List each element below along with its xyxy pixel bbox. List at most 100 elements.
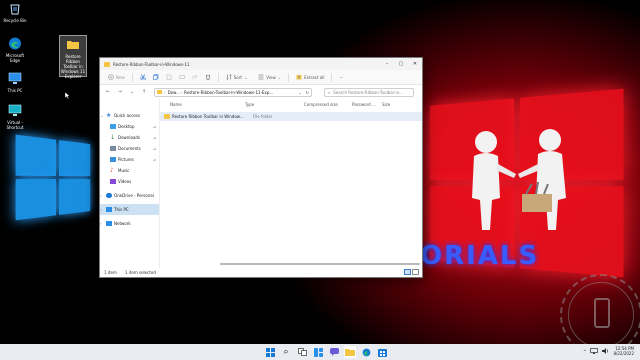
horizontal-scrollbar[interactable] xyxy=(220,263,420,265)
tiles-view-button[interactable] xyxy=(412,269,419,275)
column-header-password[interactable]: Password ... xyxy=(352,102,382,107)
file-list[interactable]: Name Type Compressed size Password ... S… xyxy=(160,99,422,268)
document-icon xyxy=(110,146,116,151)
window-title: Restore-Ribbon-Toolbar-in-Windows-11 xyxy=(113,61,190,67)
trash-icon xyxy=(205,75,210,80)
column-header-size[interactable]: Size xyxy=(382,102,390,107)
network-icon[interactable] xyxy=(590,348,599,354)
forward-arrow-icon[interactable]: → xyxy=(116,88,124,96)
divider xyxy=(131,72,133,82)
up-arrow-icon[interactable]: ↑ xyxy=(140,88,148,96)
picture-icon xyxy=(110,157,116,162)
new-button[interactable]: New xyxy=(106,73,127,81)
virtual-machine-icon xyxy=(8,104,22,116)
nav-label: This PC xyxy=(114,207,129,212)
store-taskbar-button[interactable] xyxy=(376,346,388,358)
extract-all-label: Extract all xyxy=(304,74,325,80)
chevron-down-icon[interactable]: ⌄ xyxy=(298,90,301,95)
list-item-type: File folder xyxy=(253,114,273,119)
taskbar-search-button[interactable]: ⌕ xyxy=(280,346,292,358)
breadcrumb: Dow... › Restore-Ribbon-Toolbar-in-Windo… xyxy=(168,90,297,95)
view-button[interactable]: View ⌄ xyxy=(256,73,283,81)
chevron-right-icon[interactable]: › xyxy=(100,193,104,198)
delete-button[interactable] xyxy=(203,73,213,81)
window-titlebar[interactable]: Restore-Ribbon-Toolbar-in-Windows-11 – ▢… xyxy=(100,58,422,70)
list-item-name: Restore Ribbon Toolbar in Window... xyxy=(172,114,244,119)
nav-item-this-pc[interactable]: › This PC xyxy=(100,204,159,215)
desktop-icon-this-pc[interactable]: This PC xyxy=(1,72,29,93)
windows-logo-blue xyxy=(15,134,91,222)
volume-icon[interactable] xyxy=(602,348,609,354)
breadcrumb-downloads[interactable]: Dow... xyxy=(168,90,180,95)
extract-all-button[interactable]: Extract all xyxy=(294,73,326,81)
chevron-down-icon[interactable]: ⌄ xyxy=(100,113,104,118)
search-input[interactable]: ⌕ Search Restore-Ribbon-Toolbar-in... xyxy=(324,87,414,97)
file-explorer-taskbar-button[interactable] xyxy=(344,346,356,358)
monitor-icon xyxy=(8,72,22,84)
maximize-button[interactable]: ▢ xyxy=(394,58,408,70)
desktop-icon-restore-ribbon-folder[interactable]: Restore Ribbon Toolbar in Windows 11 Exp… xyxy=(59,35,87,79)
cut-button[interactable] xyxy=(138,73,148,81)
edge-taskbar-button[interactable] xyxy=(360,346,372,358)
list-item[interactable]: Restore Ribbon Toolbar in Window... File… xyxy=(160,112,422,121)
nav-item-downloads[interactable]: ↓ Downloads ⊿ xyxy=(100,132,159,143)
close-button[interactable]: ✕ xyxy=(408,58,422,70)
nav-item-network[interactable]: › Network xyxy=(100,218,159,229)
edge-icon xyxy=(362,348,370,356)
chevron-down-icon[interactable]: ⌄ xyxy=(128,88,136,96)
sort-button[interactable]: Sort ⌄ xyxy=(224,73,250,81)
chevron-right-icon[interactable]: › xyxy=(100,221,104,226)
file-explorer-window[interactable]: Restore-Ribbon-Toolbar-in-Windows-11 – ▢… xyxy=(99,57,423,278)
cloud-icon xyxy=(106,193,112,198)
video-icon xyxy=(110,179,116,184)
column-header-type[interactable]: Type xyxy=(241,102,302,107)
search-placeholder: Search Restore-Ribbon-Toolbar-in... xyxy=(333,89,403,95)
share-button[interactable] xyxy=(190,73,200,81)
wallpaper-tutorials-text: ORIALS xyxy=(420,241,540,271)
desktop-icon-virtual-shortcut[interactable]: Virtual - Shortcut xyxy=(1,104,29,130)
more-options-button[interactable]: ··· xyxy=(337,74,345,81)
rename-button[interactable] xyxy=(177,73,187,81)
chevron-right-icon[interactable]: › xyxy=(100,207,104,212)
desktop-icon-recycle-bin[interactable]: Recycle Bin xyxy=(1,2,29,23)
back-arrow-icon[interactable]: ← xyxy=(104,88,112,96)
system-tray: ^ 12:54 PM 8/22/2022 xyxy=(583,346,634,356)
minimize-button[interactable]: – xyxy=(380,58,394,70)
nav-item-music[interactable]: ♪ Music xyxy=(100,165,159,176)
tray-overflow-chevron-icon[interactable]: ^ xyxy=(583,349,586,354)
clock[interactable]: 12:54 PM 8/22/2022 xyxy=(613,346,634,356)
command-bar: New Sort ⌄ View ⌄ Extract all ··· xyxy=(100,70,422,85)
widgets-button[interactable] xyxy=(312,346,324,358)
nav-label: Pictures xyxy=(118,157,134,162)
pin-icon: ⊿ xyxy=(152,135,156,140)
search-icon: ⌕ xyxy=(283,347,289,357)
refresh-icon[interactable]: ↻ xyxy=(304,90,311,95)
nav-label: Downloads xyxy=(118,135,140,140)
divider xyxy=(331,72,333,82)
task-view-button[interactable] xyxy=(296,346,308,358)
nav-item-documents[interactable]: Documents ⊿ xyxy=(100,143,159,154)
star-icon: ★ xyxy=(106,112,112,119)
desktop-icon-edge[interactable]: Microsoft Edge xyxy=(1,37,29,63)
chat-button[interactable] xyxy=(328,346,340,358)
nav-item-quick-access[interactable]: ⌄ ★ Quick access xyxy=(100,110,159,121)
pin-icon: ⊿ xyxy=(152,157,156,162)
nav-item-onedrive[interactable]: › OneDrive - Personal xyxy=(100,190,159,201)
paste-button[interactable] xyxy=(164,73,174,81)
nav-label: Desktop xyxy=(118,124,135,129)
start-button[interactable] xyxy=(264,346,276,358)
nav-item-pictures[interactable]: Pictures ⊿ xyxy=(100,154,159,165)
divider xyxy=(217,72,219,82)
nav-label: OneDrive - Personal xyxy=(114,193,154,198)
details-view-button[interactable] xyxy=(404,269,411,275)
address-bar[interactable]: › Dow... › Restore-Ribbon-Toolbar-in-Win… xyxy=(154,87,312,97)
nav-label: Documents xyxy=(118,146,141,151)
nav-item-desktop[interactable]: Desktop ⊿ xyxy=(100,121,159,132)
extract-icon xyxy=(296,75,302,80)
nav-item-videos[interactable]: Videos xyxy=(100,176,159,187)
column-header-compressed-size[interactable]: Compressed size xyxy=(302,102,352,107)
copy-button[interactable] xyxy=(151,73,161,81)
column-header-name[interactable]: Name xyxy=(160,102,241,107)
breadcrumb-current-folder[interactable]: Restore-Ribbon-Toolbar-in-Windows-11-Exp… xyxy=(184,90,273,95)
watermark-seal xyxy=(560,274,640,344)
